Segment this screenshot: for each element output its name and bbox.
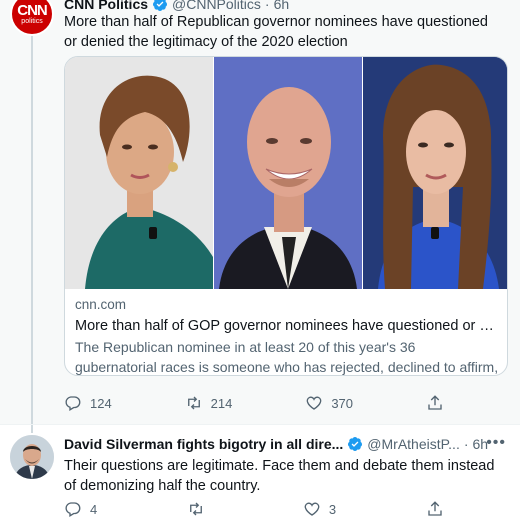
timestamp[interactable]: 6h (274, 0, 290, 12)
reply-icon (65, 396, 81, 411)
display-name[interactable]: CNN Politics (64, 0, 148, 12)
link-card[interactable]: cnn.com More than half of GOP governor n… (64, 56, 508, 376)
avatar-cnn-politics[interactable]: CNN politics (10, 0, 54, 36)
cnn-logo: CNN (17, 1, 47, 19)
tweet-header: CNN Politics @CNNPolitics · 6h (64, 0, 289, 12)
retweet-icon (187, 396, 200, 410)
share-button[interactable] (426, 394, 444, 412)
retweet-count: 214 (210, 395, 233, 411)
like-button[interactable]: 3 (303, 500, 336, 518)
handle[interactable]: @MrAtheistP... (367, 436, 460, 452)
share-button[interactable] (426, 500, 444, 518)
tweet-text: More than half of Republican governor no… (64, 14, 488, 50)
tweet-david-silverman[interactable]: David Silverman fights bigotry in all di… (0, 424, 520, 520)
card-photo-3 (363, 57, 507, 289)
tweet-cnn-politics[interactable]: CNN politics CNN Politics @CNNPolitics ·… (0, 0, 520, 426)
card-photo-1 (65, 57, 213, 289)
separator-dot: · (463, 436, 469, 452)
handle[interactable]: @CNNPolitics (172, 0, 261, 12)
card-photo-2 (214, 57, 362, 289)
thread-line (31, 425, 33, 433)
reply-count: 4 (90, 501, 98, 517)
heart-icon (304, 502, 320, 516)
reply-button[interactable]: 124 (64, 394, 112, 412)
avatar-david-silverman[interactable] (10, 435, 54, 479)
share-icon (428, 501, 442, 516)
cnn-logo-sub: politics (21, 17, 43, 25)
like-button[interactable]: 370 (305, 394, 353, 412)
card-meta: cnn.com More than half of GOP governor n… (75, 295, 499, 375)
reply-count: 124 (90, 395, 112, 411)
share-icon (428, 395, 442, 410)
reply-button[interactable]: 4 (64, 500, 97, 518)
tweet-actions: 124 214 370 (64, 394, 444, 412)
tweet-header: David Silverman fights bigotry in all di… (64, 436, 488, 452)
display-name[interactable]: David Silverman fights bigotry in all di… (64, 436, 343, 452)
tweet-text: Their questions are legitimate. Face the… (64, 458, 495, 494)
separator-dot: · (264, 0, 270, 12)
tweet-actions: 4 3 (64, 500, 444, 518)
heart-icon (306, 396, 322, 410)
verified-badge-icon (348, 437, 363, 451)
card-title[interactable]: More than half of GOP governor nominees … (75, 315, 499, 337)
card-description: The Republican nominee in at least 20 of… (75, 339, 499, 375)
verified-badge-icon (153, 0, 168, 11)
thread-line (31, 26, 33, 426)
card-images (65, 57, 507, 289)
like-count: 370 (331, 395, 354, 411)
retweet-button[interactable]: 214 (185, 394, 233, 412)
like-count: 3 (328, 501, 337, 517)
more-icon[interactable]: ••• (486, 434, 506, 452)
retweet-button[interactable] (187, 500, 213, 518)
retweet-icon (190, 502, 203, 516)
card-domain: cnn.com (75, 297, 127, 312)
reply-icon (65, 502, 81, 517)
